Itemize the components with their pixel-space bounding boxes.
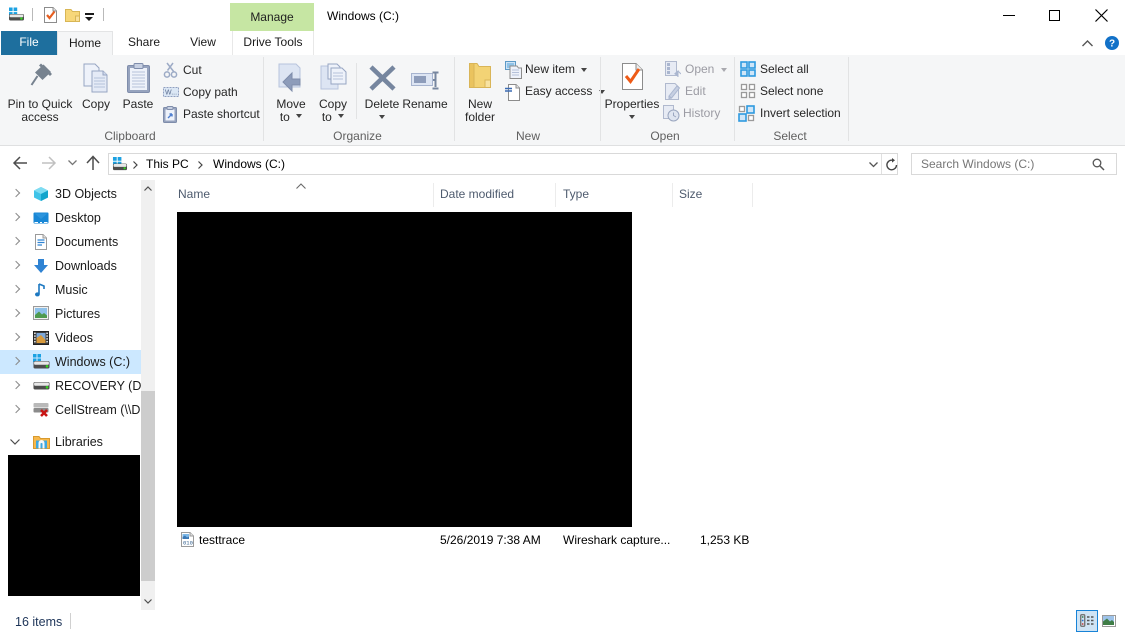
svg-text:W...: W... [165, 90, 177, 97]
svg-text:?: ? [1109, 39, 1115, 50]
svg-text:010: 010 [183, 540, 193, 547]
